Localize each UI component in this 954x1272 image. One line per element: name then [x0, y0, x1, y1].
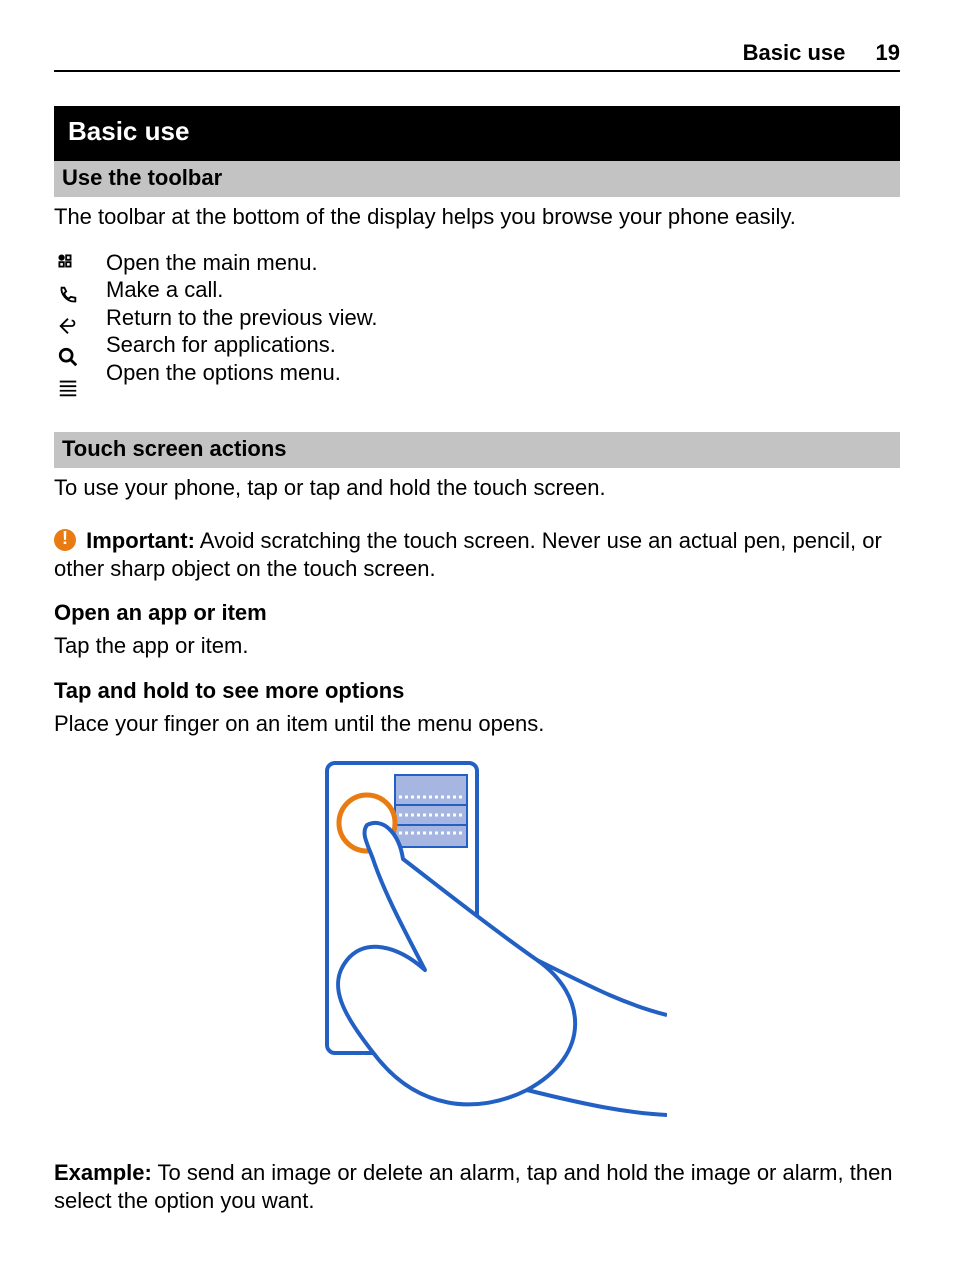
touch-intro: To use your phone, tap or tap and hold t… — [54, 474, 900, 502]
options-icon — [57, 377, 79, 404]
document-page: Basic use 19 Basic use Use the toolbar T… — [0, 0, 954, 1272]
toolbar-label-column: Open the main menu. Make a call. Return … — [106, 249, 377, 404]
toolbar-items: Open the main menu. Make a call. Return … — [54, 249, 900, 404]
important-label: Important: — [86, 528, 195, 553]
important-icon — [54, 529, 76, 551]
hold-heading: Tap and hold to see more options — [54, 678, 900, 704]
open-heading: Open an app or item — [54, 600, 900, 626]
important-note: Important: Avoid scratching the touch sc… — [54, 527, 900, 582]
example-text: To send an image or delete an alarm, tap… — [54, 1160, 893, 1213]
running-header: Basic use 19 — [54, 40, 900, 72]
menu-grid-icon — [57, 253, 79, 280]
search-icon — [57, 346, 79, 373]
example-label: Example: — [54, 1160, 152, 1185]
toolbar-item-label: Open the main menu. — [106, 249, 377, 277]
call-icon — [57, 284, 79, 311]
page-number: 19 — [876, 40, 900, 66]
running-header-title: Basic use — [743, 40, 846, 65]
toolbar-item-label: Make a call. — [106, 276, 377, 304]
toolbar-item-label: Search for applications. — [106, 331, 377, 359]
tap-and-hold-figure — [54, 755, 900, 1135]
section-title-toolbar: Use the toolbar — [54, 161, 900, 197]
toolbar-item-label: Return to the previous view. — [106, 304, 377, 332]
chapter-title: Basic use — [54, 106, 900, 161]
example-block: Example: To send an image or delete an a… — [54, 1159, 900, 1214]
toolbar-icon-column — [54, 249, 82, 404]
toolbar-intro: The toolbar at the bottom of the display… — [54, 203, 900, 231]
back-arrow-icon — [57, 315, 79, 342]
open-text: Tap the app or item. — [54, 632, 900, 660]
toolbar-item-label: Open the options menu. — [106, 359, 377, 387]
hold-text: Place your finger on an item until the m… — [54, 710, 900, 738]
section-title-touch: Touch screen actions — [54, 432, 900, 468]
